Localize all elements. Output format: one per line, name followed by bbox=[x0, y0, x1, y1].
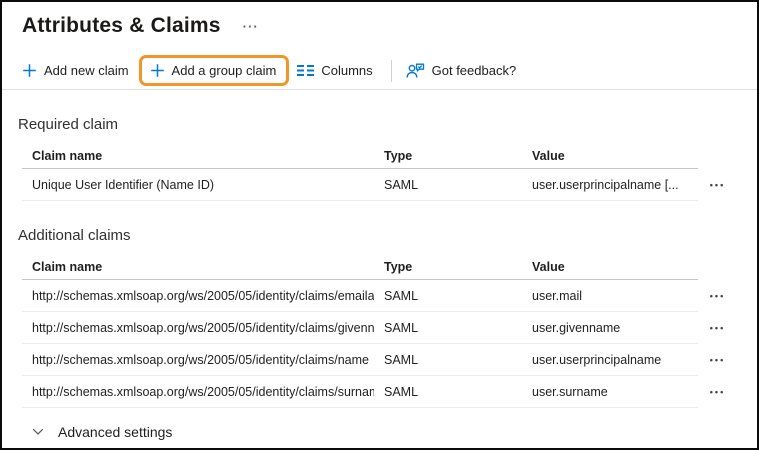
table-row[interactable]: http://schemas.xmlsoap.org/ws/2005/05/id… bbox=[22, 280, 737, 312]
page-header: Attributes & Claims ··· bbox=[22, 14, 737, 38]
add-group-claim-label: Add a group claim bbox=[171, 63, 277, 78]
add-new-claim-button[interactable]: Add new claim bbox=[22, 58, 137, 83]
annotation-highlight-box: Add a group claim bbox=[138, 55, 290, 86]
value-cell: user.surname bbox=[532, 384, 608, 399]
column-header-claim-name[interactable]: Claim name bbox=[22, 149, 374, 163]
column-header-value[interactable]: Value bbox=[522, 260, 698, 274]
additional-claims-table: Claim name Type Value http://schemas.xml… bbox=[22, 254, 737, 408]
plus-icon bbox=[150, 63, 165, 78]
type-cell: SAML bbox=[384, 288, 419, 303]
advanced-settings-toggle[interactable]: Advanced settings bbox=[22, 424, 737, 440]
column-header-type[interactable]: Type bbox=[374, 260, 522, 274]
claim-name-cell[interactable]: http://schemas.xmlsoap.org/ws/2005/05/id… bbox=[22, 321, 374, 335]
type-cell: SAML bbox=[384, 352, 419, 367]
table-header-row: Claim name Type Value bbox=[22, 254, 737, 280]
table-row[interactable]: Unique User Identifier (Name ID) SAML us… bbox=[22, 169, 737, 201]
feedback-icon bbox=[406, 63, 425, 79]
add-new-claim-label: Add new claim bbox=[44, 63, 129, 78]
command-bar: Add new claim Add a group claim Columns … bbox=[2, 52, 757, 90]
claim-name-cell[interactable]: http://schemas.xmlsoap.org/ws/2005/05/id… bbox=[22, 353, 374, 367]
column-header-claim-name[interactable]: Claim name bbox=[22, 260, 374, 274]
table-row[interactable]: http://schemas.xmlsoap.org/ws/2005/05/id… bbox=[22, 312, 737, 344]
additional-claims-heading: Additional claims bbox=[18, 227, 131, 244]
table-row[interactable]: http://schemas.xmlsoap.org/ws/2005/05/id… bbox=[22, 376, 737, 408]
more-options-icon[interactable]: ··· bbox=[243, 19, 259, 34]
page-title: Attributes & Claims bbox=[22, 14, 221, 37]
advanced-settings-label: Advanced settings bbox=[58, 424, 173, 440]
chevron-down-icon bbox=[32, 428, 44, 436]
columns-label: Columns bbox=[321, 63, 373, 78]
column-header-type[interactable]: Type bbox=[374, 149, 522, 163]
add-group-claim-button[interactable]: Add a group claim bbox=[150, 61, 277, 80]
type-cell: SAML bbox=[384, 320, 419, 335]
value-cell: user.userprincipalname [... bbox=[532, 177, 679, 192]
value-cell: user.userprincipalname bbox=[532, 352, 662, 367]
got-feedback-label: Got feedback? bbox=[431, 63, 517, 78]
columns-button[interactable]: Columns bbox=[297, 58, 380, 83]
column-header-value[interactable]: Value bbox=[522, 149, 698, 163]
attributes-claims-pane: Attributes & Claims ··· Add new claim Ad… bbox=[0, 0, 759, 450]
got-feedback-button[interactable]: Got feedback? bbox=[406, 58, 525, 84]
plus-icon bbox=[22, 63, 37, 78]
required-claim-table: Claim name Type Value Unique User Identi… bbox=[22, 143, 737, 201]
columns-icon bbox=[297, 64, 315, 77]
claim-name-cell[interactable]: http://schemas.xmlsoap.org/ws/2005/05/id… bbox=[22, 385, 374, 399]
row-more-options-icon[interactable]: ••• bbox=[698, 344, 737, 376]
value-cell: user.givenname bbox=[532, 320, 621, 335]
row-more-options-icon[interactable]: ••• bbox=[698, 376, 737, 408]
row-more-options-icon[interactable]: ••• bbox=[698, 280, 737, 312]
toolbar-divider bbox=[390, 59, 392, 82]
type-cell: SAML bbox=[384, 384, 419, 399]
table-row[interactable]: http://schemas.xmlsoap.org/ws/2005/05/id… bbox=[22, 344, 737, 376]
claim-name-cell[interactable]: http://schemas.xmlsoap.org/ws/2005/05/id… bbox=[22, 289, 374, 303]
required-claim-heading: Required claim bbox=[18, 116, 119, 133]
table-header-row: Claim name Type Value bbox=[22, 143, 737, 169]
row-more-options-icon[interactable]: ••• bbox=[698, 312, 737, 344]
type-cell: SAML bbox=[384, 177, 419, 192]
claim-name-cell[interactable]: Unique User Identifier (Name ID) bbox=[22, 178, 374, 192]
value-cell: user.mail bbox=[532, 288, 583, 303]
row-more-options-icon[interactable]: ••• bbox=[698, 169, 737, 201]
